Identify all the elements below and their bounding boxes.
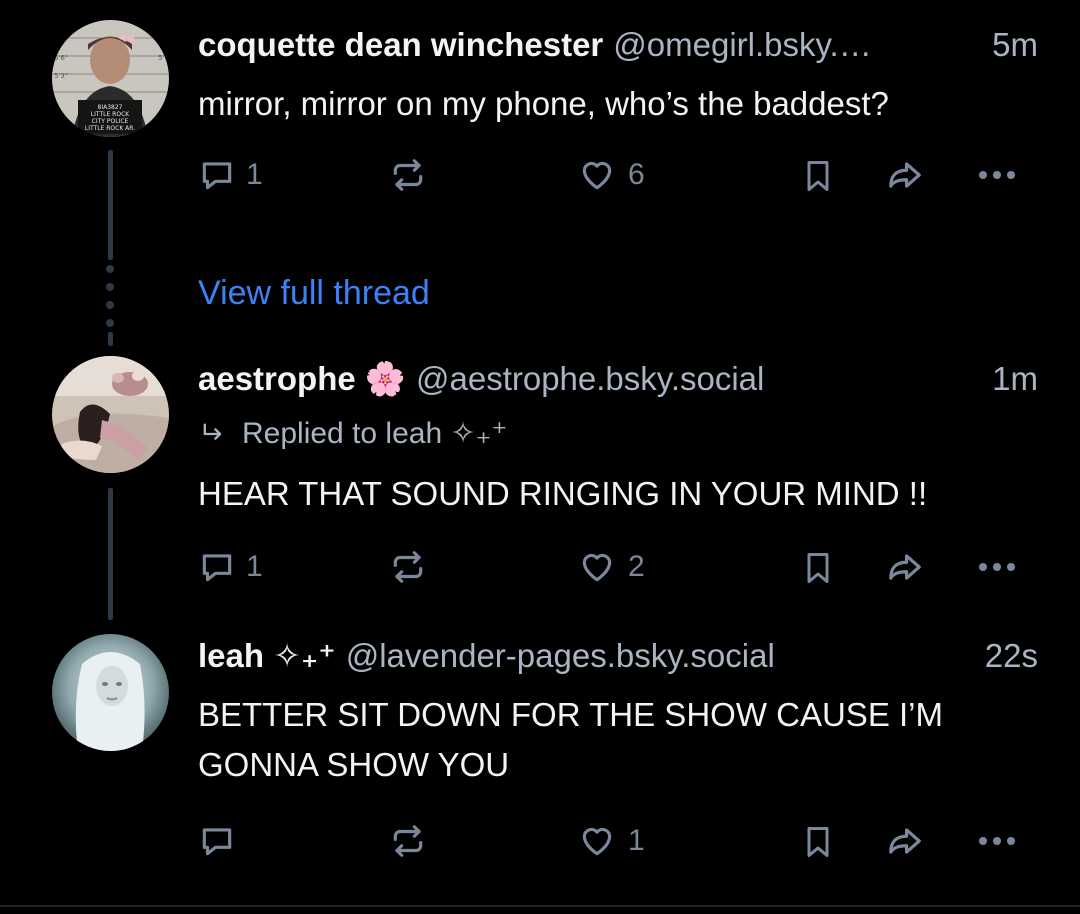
divider bbox=[0, 905, 1080, 907]
heart-icon bbox=[582, 553, 612, 582]
post-actions: 1 6 bbox=[198, 156, 1038, 206]
post-actions: 1 bbox=[198, 822, 1038, 872]
share-button[interactable] bbox=[883, 822, 927, 860]
reply-button[interactable]: 1 bbox=[198, 156, 263, 194]
bookmark-button[interactable] bbox=[800, 822, 836, 862]
like-count: 2 bbox=[628, 550, 645, 583]
avatar-height-mark: 5' bbox=[158, 54, 164, 62]
post-text: mirror, mirror on my phone, who’s the ba… bbox=[198, 85, 889, 122]
bookmark-button[interactable] bbox=[800, 156, 836, 196]
more-button[interactable] bbox=[974, 548, 1020, 586]
post-aestrophe[interactable]: aestrophe 🌸 @aestrophe.bsky.social 1m Re… bbox=[0, 332, 1080, 620]
like-count: 6 bbox=[628, 158, 645, 191]
post-header: leah ✧₊⁺ @lavender-pages.bsky.social 22s bbox=[198, 636, 1038, 676]
author-handle[interactable]: @aestrophe.bsky.social bbox=[416, 360, 764, 398]
post-time[interactable]: 5m bbox=[978, 26, 1038, 64]
like-count: 1 bbox=[628, 824, 645, 857]
post-leah[interactable]: leah ✧₊⁺ @lavender-pages.bsky.social 22s… bbox=[0, 620, 1080, 905]
replied-to-label: Replied to leah ✧₊⁺ bbox=[242, 417, 508, 450]
share-icon bbox=[889, 828, 921, 854]
reply-count: 1 bbox=[246, 550, 263, 583]
heart-icon bbox=[582, 827, 612, 856]
replied-to[interactable]: Replied to leah ✧₊⁺ bbox=[198, 416, 507, 451]
repost-button[interactable] bbox=[388, 822, 428, 860]
avatar-placard-text: LITTLE ROCK AR. bbox=[85, 125, 135, 132]
repost-icon bbox=[393, 551, 423, 583]
bookmark-icon bbox=[807, 827, 829, 857]
author-handle[interactable]: @lavender-pages.bsky.social bbox=[346, 637, 775, 675]
post-text: HEAR THAT SOUND RINGING IN YOUR MIND !! bbox=[198, 475, 928, 512]
post-time[interactable]: 1m bbox=[978, 360, 1038, 398]
repost-button[interactable] bbox=[388, 156, 428, 194]
share-icon bbox=[889, 554, 921, 580]
avatar-placard-text: LITTLE ROCK bbox=[91, 111, 130, 118]
like-button[interactable]: 6 bbox=[576, 156, 645, 194]
view-full-thread-link[interactable]: View full thread bbox=[198, 274, 430, 313]
more-icon bbox=[979, 837, 1015, 845]
thread-line bbox=[108, 332, 113, 346]
repost-icon bbox=[393, 159, 423, 191]
avatar-height-mark: 5'3" bbox=[54, 72, 68, 80]
like-button[interactable]: 1 bbox=[576, 822, 645, 860]
share-button[interactable] bbox=[883, 156, 927, 194]
more-button[interactable] bbox=[974, 822, 1020, 860]
author-handle[interactable]: @omegirl.bsky.… bbox=[613, 26, 871, 64]
post-header: coquette dean winchester @omegirl.bsky.…… bbox=[198, 26, 1038, 66]
avatar[interactable] bbox=[52, 356, 169, 473]
like-button[interactable]: 2 bbox=[576, 548, 645, 586]
avatar-placard-text: CITY POLICE bbox=[92, 118, 129, 125]
avatar-placard-text: 8IA3827 bbox=[98, 104, 123, 111]
heart-icon bbox=[582, 161, 612, 190]
reply-arrow-icon bbox=[203, 423, 222, 440]
author-name[interactable]: coquette dean winchester bbox=[198, 26, 603, 64]
author-name[interactable]: leah ✧₊⁺ bbox=[198, 636, 336, 675]
share-button[interactable] bbox=[883, 548, 927, 586]
repost-icon bbox=[393, 825, 423, 857]
share-icon bbox=[889, 162, 921, 188]
more-button[interactable] bbox=[974, 156, 1020, 194]
more-icon bbox=[979, 563, 1015, 571]
thread-line bbox=[108, 488, 113, 620]
reply-icon bbox=[202, 554, 232, 582]
bookmark-icon bbox=[807, 553, 829, 583]
avatar[interactable]: 6' 5'6" 5'3" 5' 8IA3827 LITTLE ROCK CITY… bbox=[52, 20, 169, 137]
post-header: aestrophe 🌸 @aestrophe.bsky.social 1m bbox=[198, 360, 1038, 400]
author-name[interactable]: aestrophe 🌸 bbox=[198, 360, 406, 399]
bookmark-icon bbox=[807, 161, 829, 191]
reply-button[interactable] bbox=[198, 822, 246, 860]
post-actions: 1 2 bbox=[198, 548, 1038, 598]
post-coquette[interactable]: 6' 5'6" 5'3" 5' 8IA3827 LITTLE ROCK CITY… bbox=[0, 0, 1080, 260]
repost-button[interactable] bbox=[388, 548, 428, 586]
post-text: BETTER SIT DOWN FOR THE SHOW CAUSE I’M G… bbox=[198, 696, 943, 783]
reply-icon bbox=[202, 828, 232, 856]
more-icon bbox=[979, 171, 1015, 179]
avatar-height-mark: 5'6" bbox=[54, 54, 68, 62]
thread-gap-dots bbox=[106, 265, 114, 337]
reply-icon bbox=[202, 162, 232, 190]
avatar-height-mark: 6' bbox=[54, 36, 60, 44]
reply-button[interactable]: 1 bbox=[198, 548, 263, 586]
avatar[interactable] bbox=[52, 634, 169, 751]
reply-count: 1 bbox=[246, 158, 263, 191]
thread-line bbox=[108, 150, 113, 260]
bookmark-button[interactable] bbox=[800, 548, 836, 588]
post-time[interactable]: 22s bbox=[971, 637, 1038, 675]
